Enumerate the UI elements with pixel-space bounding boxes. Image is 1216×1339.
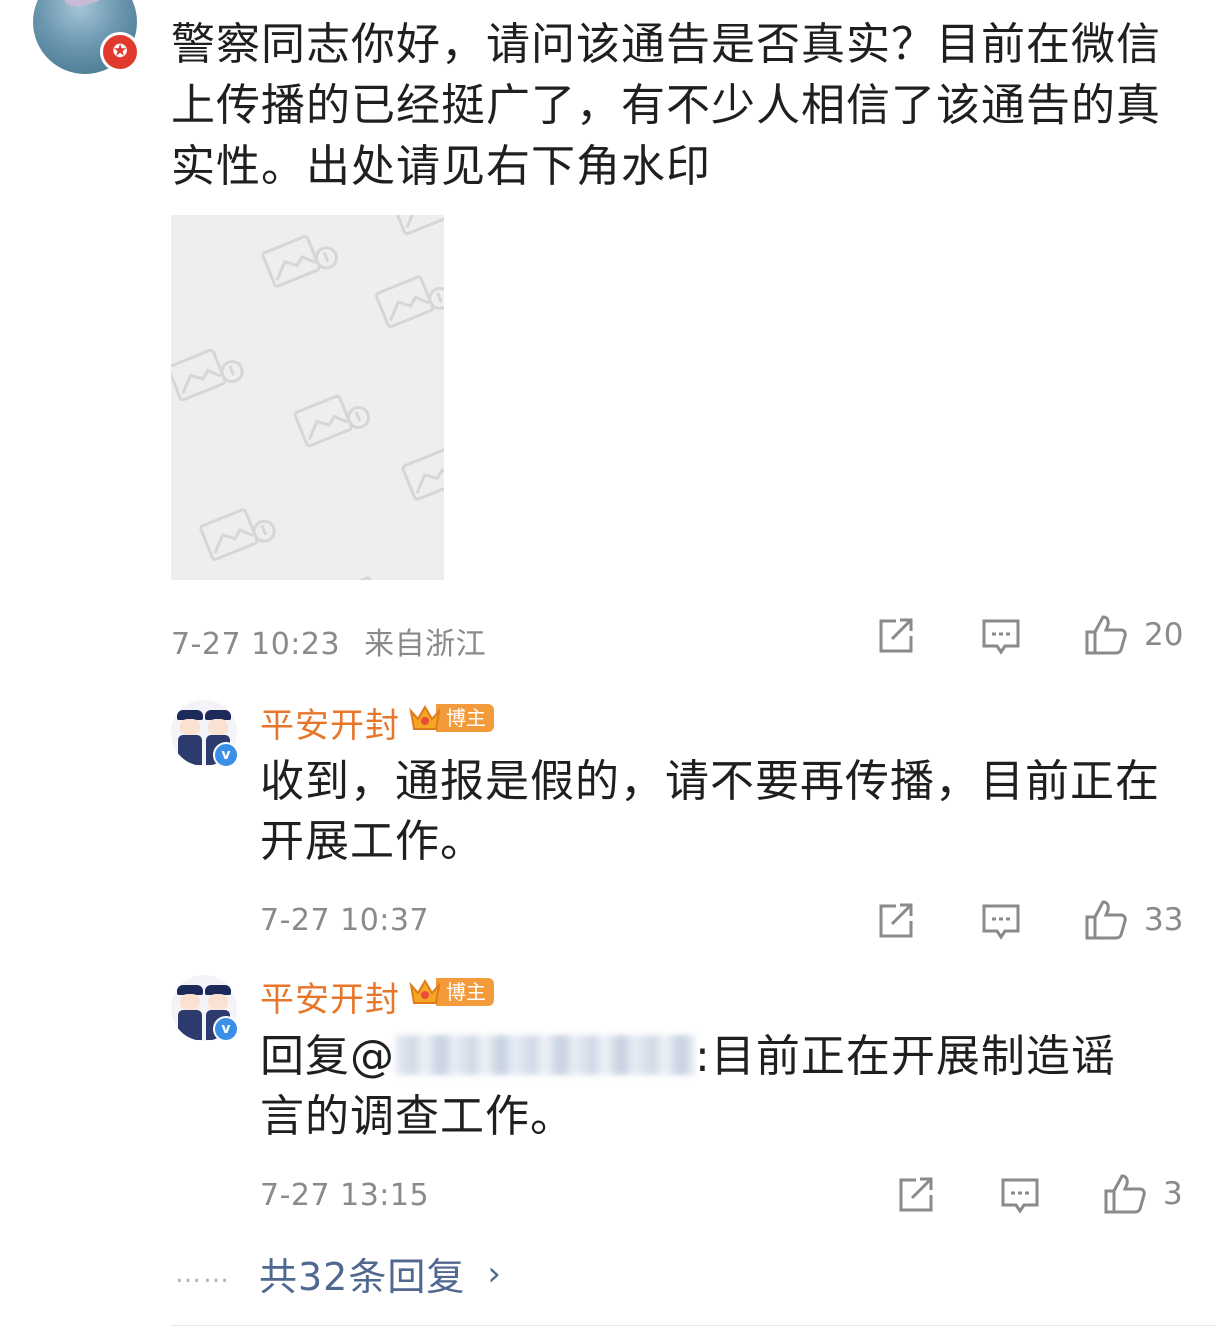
crown-icon	[409, 979, 441, 1004]
like-button[interactable]: 3	[1103, 1173, 1183, 1215]
comment-icon	[1001, 1178, 1039, 1214]
like-count: 3	[1163, 1176, 1183, 1212]
comment-button[interactable]	[981, 902, 1021, 942]
like-button[interactable]: 33	[1084, 899, 1183, 941]
blurred-username	[395, 1035, 695, 1075]
share-button[interactable]	[896, 1176, 936, 1214]
like-icon	[1085, 615, 1127, 655]
verified-icon: v	[213, 742, 239, 768]
more-replies-link[interactable]: …… 共32条回复 ›	[175, 1246, 501, 1301]
comment-button[interactable]	[1000, 1176, 1040, 1216]
divider	[171, 1325, 1216, 1326]
like-button[interactable]: 20	[1084, 614, 1183, 656]
chevron-right-icon: ›	[487, 1253, 501, 1294]
police-figure	[177, 710, 203, 765]
image-placeholder-icon	[171, 215, 444, 580]
reply-text: 回复@:目前正在开展制造谣言的调查工作。	[260, 1027, 1160, 1147]
police-figure	[177, 985, 203, 1040]
blogger-badge-label: 博主	[436, 704, 494, 732]
image-placeholder[interactable]	[171, 215, 444, 580]
like-icon	[1085, 900, 1127, 940]
verified-icon: v	[213, 1016, 239, 1042]
dots-separator: ……	[175, 1258, 231, 1289]
share-icon	[879, 903, 913, 938]
comment-icon	[982, 619, 1020, 655]
blogger-badge: 博主	[408, 974, 494, 1010]
reply-username[interactable]: 平安开封	[260, 698, 400, 747]
comment-button[interactable]	[981, 617, 1021, 657]
member-badge-icon: ✪	[100, 32, 140, 72]
like-count: 33	[1144, 902, 1184, 938]
reply-prefix: 回复@	[260, 1031, 395, 1082]
share-icon	[899, 1177, 933, 1212]
reply-time: 7-27 10:37	[260, 903, 430, 938]
comment-time: 7-27 10:23	[171, 627, 341, 662]
comment-location: 来自浙江	[364, 627, 487, 662]
comment-meta: 7-27 10:23 来自浙江	[171, 619, 486, 663]
more-replies-label: 共32条回复	[259, 1255, 466, 1299]
reply-text: 收到，通报是假的，请不要再传播，目前正在开展工作。	[260, 756, 1160, 867]
like-count: 20	[1144, 617, 1184, 653]
reply-time: 7-27 13:15	[260, 1178, 430, 1213]
like-icon	[1104, 1174, 1146, 1214]
share-icon	[879, 618, 913, 653]
comment-icon	[982, 904, 1020, 940]
blogger-badge: 博主	[408, 700, 494, 736]
share-button[interactable]	[876, 902, 916, 940]
comment-text: 警察同志你好，请问该通告是否真实？目前在微信上传播的已经挺广了，有不少人相信了该…	[171, 19, 1161, 192]
crown-icon	[409, 705, 441, 730]
blogger-badge-label: 博主	[436, 978, 494, 1006]
reply-username[interactable]: 平安开封	[260, 972, 400, 1021]
fish-image	[60, 0, 114, 10]
share-button[interactable]	[876, 617, 916, 655]
